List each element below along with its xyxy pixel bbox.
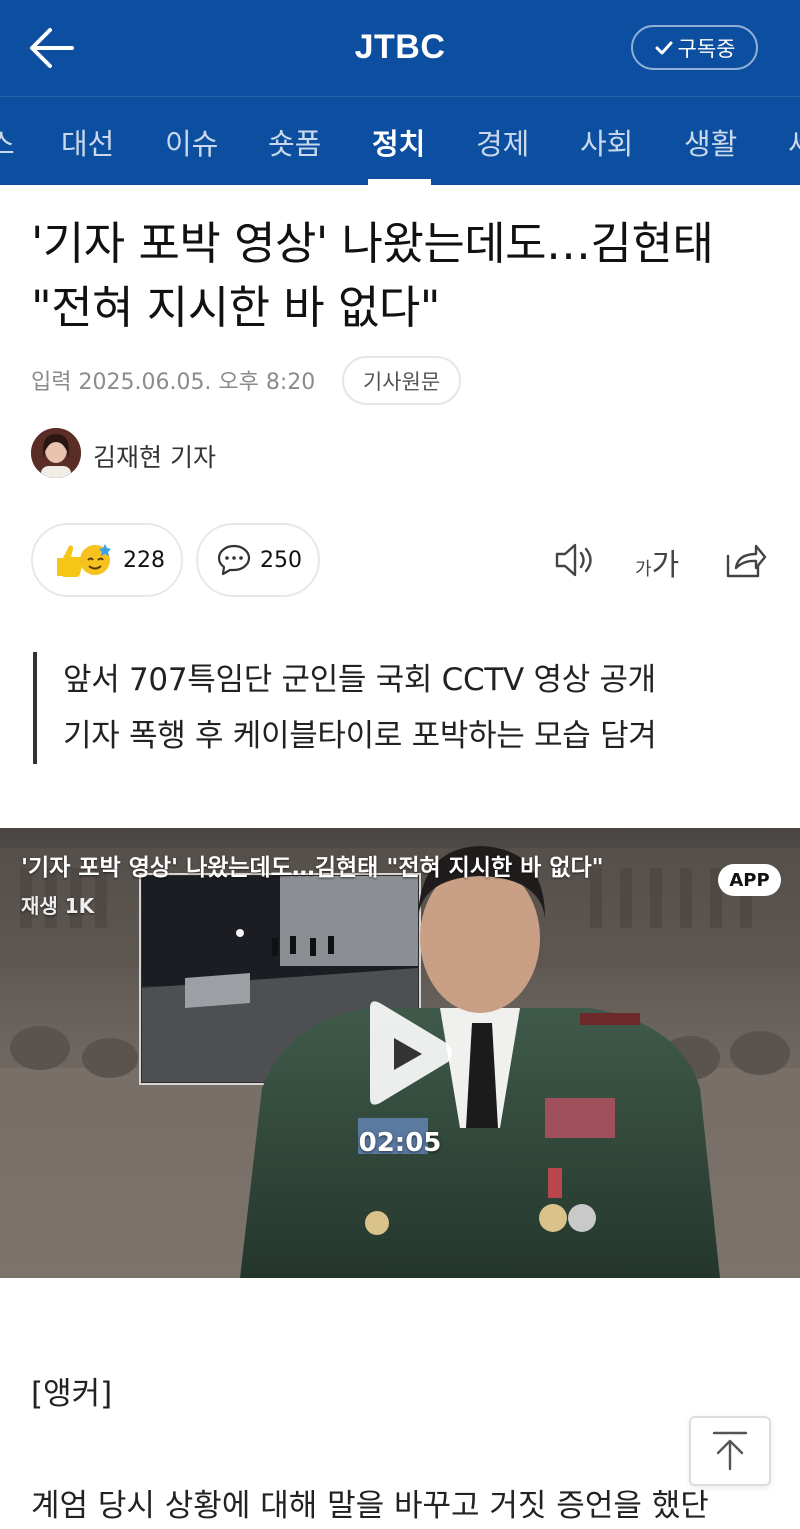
author-name[interactable]: 김재현 기자 [93, 438, 216, 474]
anchor-label: [앵커] [31, 1376, 113, 1412]
tab-partial-right[interactable]: 세 [788, 121, 800, 163]
video-player[interactable]: '기자 포박 영상' 나왔는데도…김현태 "전혀 지시한 바 없다" 재생 1K… [0, 828, 800, 1278]
publish-date: 입력 2025.06.05. 오후 8:20 [31, 370, 316, 395]
summary-line: 앞서 707특임단 군인들 국회 CCTV 영상 공개 [63, 662, 656, 698]
arrow-up-icon [712, 1431, 748, 1471]
video-duration: 02:05 [358, 1128, 442, 1158]
comment-count: 250 [260, 547, 302, 573]
scroll-to-top-button[interactable] [689, 1416, 771, 1486]
original-article-button[interactable]: 기사원문 [342, 356, 461, 405]
share-icon[interactable] [722, 538, 768, 582]
article-body-line: 계엄 당시 상황에 대해 말을 바꾸고 거짓 증언을 했단 [31, 1488, 709, 1524]
tab-politics[interactable]: 정치 [372, 121, 425, 163]
reaction-button[interactable]: 228 [31, 523, 183, 597]
author-avatar[interactable] [31, 428, 81, 478]
reaction-count: 228 [123, 547, 165, 573]
active-tab-indicator [368, 179, 431, 185]
app-header: JTBC 구독중 [0, 0, 800, 96]
tab-life[interactable]: 생활 [684, 121, 737, 163]
summary-line: 기자 폭행 후 케이블타이로 포박하는 모습 담겨 [63, 718, 657, 754]
app-badge[interactable]: APP [718, 864, 781, 896]
video-views: 재생 1K [21, 894, 95, 918]
font-size-button[interactable]: 가가 [635, 540, 679, 584]
article-summary: 앞서 707특임단 군인들 국회 CCTV 영상 공개 기자 폭행 후 케이블타… [33, 652, 773, 764]
tab-partial-left[interactable]: 스 [0, 121, 15, 163]
font-size-small-glyph: 가 [635, 559, 652, 580]
tab-issue[interactable]: 이슈 [165, 121, 218, 163]
video-title: '기자 포박 영상' 나왔는데도…김현태 "전혀 지시한 바 없다" [21, 855, 604, 881]
tab-shortform[interactable]: 숏폼 [268, 121, 321, 163]
category-nav: 스 대선 이슈 숏폼 정치 경제 사회 생활 세 [0, 96, 800, 185]
subscribe-label: 구독중 [677, 36, 736, 61]
comment-bubble-icon [217, 544, 251, 576]
reaction-emoji-icon [57, 544, 111, 577]
article-headline: '기자 포박 영상' 나왔는데도…김현태 "전혀 지시한 바 없다" [31, 217, 714, 334]
check-icon [655, 41, 673, 54]
speaker-icon[interactable] [552, 538, 598, 582]
tab-economy[interactable]: 경제 [476, 121, 529, 163]
subscribe-button[interactable]: 구독중 [631, 25, 758, 70]
tab-election[interactable]: 대선 [61, 121, 114, 163]
comment-button[interactable]: 250 [196, 523, 320, 597]
tab-society[interactable]: 사회 [580, 121, 633, 163]
avatar-portrait [31, 428, 81, 478]
play-icon[interactable] [356, 998, 456, 1108]
font-size-big-glyph: 가 [651, 548, 680, 583]
